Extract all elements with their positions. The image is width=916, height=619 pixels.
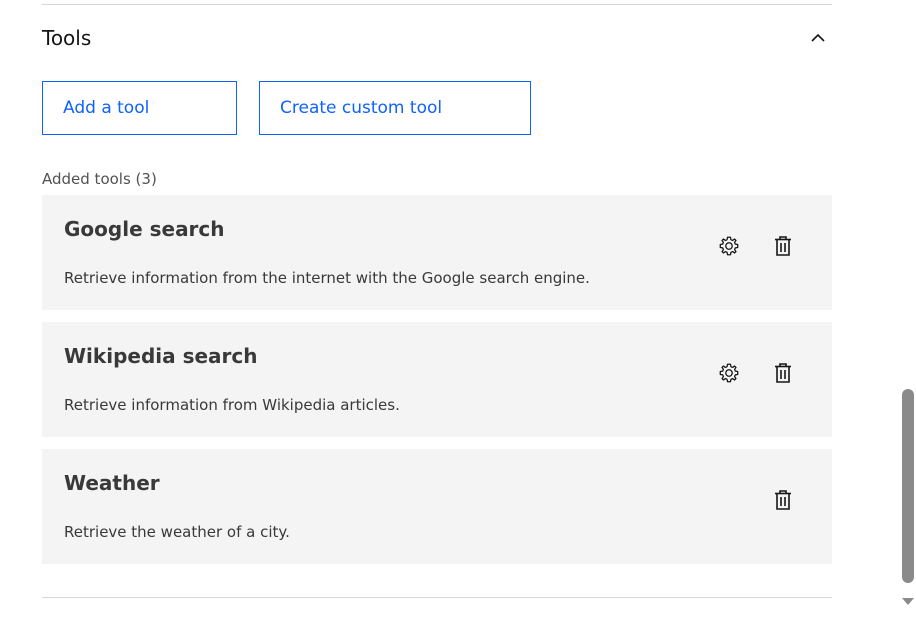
add-tool-button[interactable]: Add a tool (42, 81, 237, 135)
tool-actions: Add a tool Create custom tool (42, 81, 531, 135)
tool-name: Google search (64, 217, 225, 241)
tool-name: Wikipedia search (64, 344, 258, 368)
top-divider (42, 4, 832, 5)
tools-panel: Tools Add a tool Create custom tool Adde… (0, 0, 916, 619)
create-custom-tool-button[interactable]: Create custom tool (259, 81, 531, 135)
chevron-up-icon[interactable] (804, 24, 832, 52)
tool-card-google-search: Google search Retrieve information from … (42, 195, 832, 310)
section-title: Tools (42, 26, 92, 50)
gear-icon[interactable] (713, 230, 745, 262)
tool-card-weather: Weather Retrieve the weather of a city. (42, 449, 832, 564)
trash-icon[interactable] (767, 357, 799, 389)
scroll-down-arrow-icon[interactable] (900, 596, 916, 608)
tool-description: Retrieve the weather of a city. (64, 523, 290, 541)
trash-icon[interactable] (767, 230, 799, 262)
bottom-divider (42, 597, 832, 598)
added-tools-count: Added tools (3) (42, 170, 157, 188)
tool-description: Retrieve information from Wikipedia arti… (64, 396, 400, 414)
gear-icon[interactable] (713, 357, 745, 389)
tool-description: Retrieve information from the internet w… (64, 269, 590, 287)
trash-icon[interactable] (767, 484, 799, 516)
tools-section-header[interactable]: Tools (42, 20, 832, 56)
tool-card-wikipedia-search: Wikipedia search Retrieve information fr… (42, 322, 832, 437)
scrollbar-thumb[interactable] (902, 389, 914, 583)
tool-name: Weather (64, 471, 160, 495)
